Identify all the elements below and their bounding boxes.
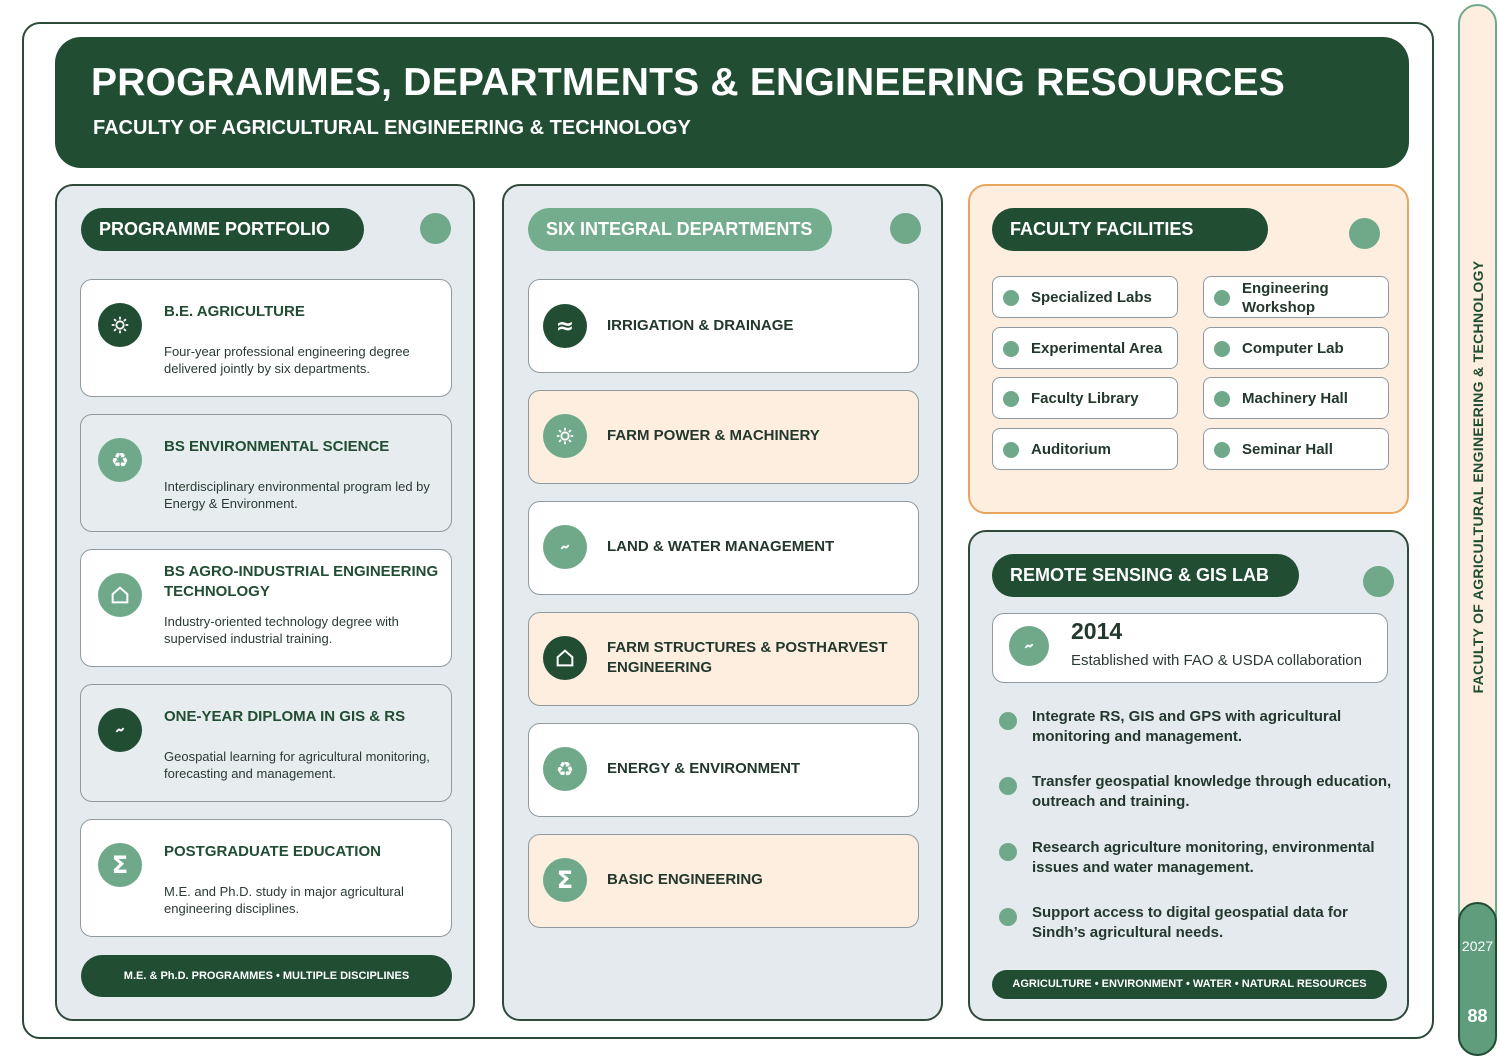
bullet-dot-icon — [1214, 290, 1230, 306]
facility-item: Experimental Area — [992, 327, 1178, 369]
gear-icon — [543, 414, 587, 458]
page-subtitle: FACULTY OF AGRICULTURAL ENGINEERING & TE… — [93, 117, 691, 139]
facility-item: Faculty Library — [992, 377, 1178, 419]
satellite-icon — [543, 525, 587, 569]
department-title: BASIC ENGINEERING — [607, 871, 763, 888]
facility-item: Computer Lab — [1203, 327, 1389, 369]
facility-item: Seminar Hall — [1203, 428, 1389, 470]
rs-bullet-text: Support access to digital geospatial dat… — [1032, 904, 1348, 941]
rs-bullet-text: Transfer geospatial knowledge through ed… — [1032, 773, 1392, 810]
house-icon — [98, 573, 142, 617]
bullet-dot-icon — [1003, 391, 1019, 407]
facility-item: Specialized Labs — [992, 276, 1178, 318]
decorative-dot — [1349, 218, 1380, 249]
bullet-dot-icon — [1003, 290, 1019, 306]
programme-description: Interdisciplinary environmental program … — [164, 479, 430, 511]
portfolio-footer-banner: M.E. & Ph.D. PROGRAMMES • MULTIPLE DISCI… — [81, 955, 452, 997]
house-icon — [543, 636, 587, 680]
bullet-dot-icon — [999, 843, 1017, 861]
departments-title: SIX INTEGRAL DEPARTMENTS — [528, 208, 832, 251]
bullet-dot-icon — [1003, 442, 1019, 458]
side-page-block — [1458, 902, 1497, 1056]
rs-bullet-text: Research agriculture monitoring, environ… — [1032, 839, 1375, 876]
water-wave-icon: ≈ — [543, 304, 587, 348]
recycle-icon: ♻ — [98, 438, 142, 482]
remote-sensing-title: REMOTE SENSING & GIS LAB — [992, 554, 1299, 597]
established-card — [992, 613, 1388, 683]
satellite-icon — [1009, 626, 1049, 666]
department-title: IRRIGATION & DRAINAGE — [607, 317, 794, 334]
facility-item: Engineering Workshop — [1203, 276, 1389, 318]
bullet-dot-icon — [999, 777, 1017, 795]
facility-item: Auditorium — [992, 428, 1178, 470]
programme-title: BS AGRO-INDUSTRIAL ENGINEERING TECHNOLOG… — [164, 563, 439, 600]
side-year: 2027 — [1461, 938, 1494, 954]
department-title: FARM POWER & MACHINERY — [607, 427, 820, 444]
faculty-facilities-title: FACULTY FACILITIES — [992, 208, 1268, 251]
programme-description: Industry-oriented technology degree with… — [164, 614, 399, 646]
side-faculty-label: FACULTY OF AGRICULTURAL ENGINEERING & TE… — [1470, 260, 1486, 694]
page-title: PROGRAMMES, DEPARTMENTS & ENGINEERING RE… — [91, 61, 1285, 104]
page-header: PROGRAMMES, DEPARTMENTS & ENGINEERING RE… — [55, 37, 1409, 168]
bullet-dot-icon — [1214, 341, 1230, 357]
facility-item: Machinery Hall — [1203, 377, 1389, 419]
bullet-dot-icon — [1214, 391, 1230, 407]
programme-title: POSTGRADUATE EDUCATION — [164, 843, 381, 860]
decorative-dot — [890, 213, 921, 244]
department-title: LAND & WATER MANAGEMENT — [607, 538, 835, 555]
page-number: 88 — [1467, 1006, 1488, 1026]
sigma-icon: Σ — [543, 858, 587, 902]
programme-title: B.E. AGRICULTURE — [164, 303, 305, 320]
established-text: Established with FAO & USDA collaboratio… — [1071, 652, 1362, 669]
bullet-dot-icon — [999, 908, 1017, 926]
established-year: 2014 — [1071, 618, 1123, 644]
programme-description: Four-year professional engineering degre… — [164, 344, 410, 376]
satellite-icon — [98, 708, 142, 752]
programme-title: ONE-YEAR DIPLOMA IN GIS & RS — [164, 708, 406, 725]
bullet-dot-icon — [1003, 341, 1019, 357]
decorative-dot — [1363, 566, 1394, 597]
department-title: FARM STRUCTURES & POSTHARVEST ENGINEERIN… — [607, 639, 888, 676]
gear-icon — [98, 303, 142, 347]
programme-title: BS ENVIRONMENTAL SCIENCE — [164, 438, 390, 455]
sigma-icon: Σ — [98, 843, 142, 887]
bullet-dot-icon — [1214, 442, 1230, 458]
decorative-dot — [420, 213, 451, 244]
rs-bullet-text: Integrate RS, GIS and GPS with agricultu… — [1032, 708, 1342, 745]
programme-portfolio-title: PROGRAMME PORTFOLIO — [81, 208, 364, 251]
recycle-icon: ♻ — [543, 747, 587, 791]
bullet-dot-icon — [999, 712, 1017, 730]
department-title: ENERGY & ENVIRONMENT — [607, 760, 801, 777]
programme-description: M.E. and Ph.D. study in major agricultur… — [164, 884, 404, 916]
rs-footer-banner: AGRICULTURE • ENVIRONMENT • WATER • NATU… — [992, 970, 1387, 999]
programme-description: Geospatial learning for agricultural mon… — [164, 749, 430, 781]
